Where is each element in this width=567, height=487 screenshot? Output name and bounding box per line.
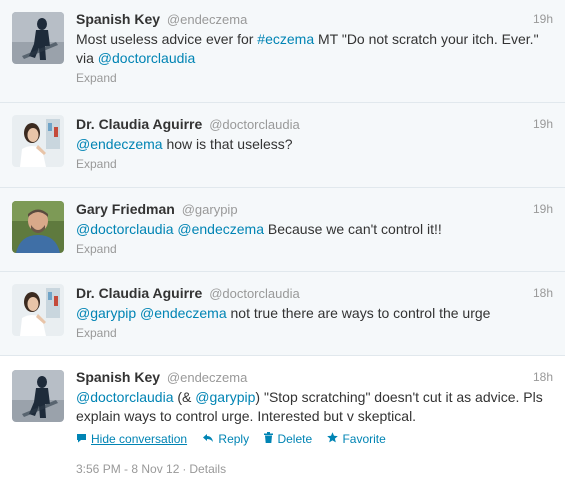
author-handle[interactable]: @endeczema bbox=[167, 12, 247, 27]
tweet-time[interactable]: 19h bbox=[533, 10, 553, 28]
mention-link[interactable]: @doctorclaudia bbox=[76, 221, 174, 237]
trash-icon bbox=[264, 431, 274, 449]
tweet-content: Gary Friedman @garypip 19h @doctorclaudi… bbox=[76, 200, 553, 258]
separator-dot: · bbox=[182, 462, 187, 476]
hide-conversation-button[interactable]: Hide conversation bbox=[76, 430, 187, 449]
text-segment: Because we can't control it!! bbox=[263, 221, 442, 237]
text-segment: (& bbox=[173, 389, 196, 405]
author-name[interactable]: Dr. Claudia Aguirre bbox=[76, 116, 202, 132]
tweet-time[interactable]: 18h bbox=[533, 368, 553, 386]
conversation-timeline: Spanish Key @endeczema 19h Most useless … bbox=[0, 0, 565, 487]
delete-label[interactable]: Delete bbox=[277, 432, 312, 446]
tweet-content: Dr. Claudia Aguirre @doctorclaudia 18h @… bbox=[76, 284, 553, 342]
expand-link[interactable]: Expand bbox=[76, 324, 553, 342]
speech-bubble-icon bbox=[76, 431, 87, 449]
tweet-time[interactable]: 19h bbox=[533, 115, 553, 133]
mention-link[interactable]: @doctorclaudia bbox=[98, 50, 196, 66]
author-name[interactable]: Spanish Key bbox=[76, 369, 160, 385]
reply-arrow-icon bbox=[202, 431, 214, 449]
tweet-header: Spanish Key @endeczema 19h bbox=[76, 10, 553, 28]
tweet-item[interactable]: Dr. Claudia Aguirre @doctorclaudia 19h @… bbox=[0, 103, 565, 188]
avatar[interactable] bbox=[12, 284, 64, 336]
avatar[interactable] bbox=[12, 201, 64, 253]
mention-link[interactable]: @endeczema bbox=[76, 136, 163, 152]
hashtag-link[interactable]: #eczema bbox=[257, 31, 314, 47]
author-handle[interactable]: @garypip bbox=[182, 202, 238, 217]
hide-conversation-label[interactable]: Hide conversation bbox=[91, 432, 187, 446]
star-icon bbox=[327, 431, 339, 449]
tweet-header: Dr. Claudia Aguirre @doctorclaudia 18h bbox=[76, 284, 553, 302]
tweet-item[interactable]: Dr. Claudia Aguirre @doctorclaudia 18h @… bbox=[0, 272, 565, 356]
avatar[interactable] bbox=[12, 115, 64, 167]
tweet-text: @doctorclaudia @endeczema Because we can… bbox=[76, 220, 553, 239]
avatar-image bbox=[12, 201, 64, 253]
avatar-image bbox=[12, 115, 64, 167]
author-handle[interactable]: @doctorclaudia bbox=[209, 286, 300, 301]
avatar-image bbox=[12, 284, 64, 336]
tweet-details-footer: 3:56 PM - 8 Nov 12 · Details bbox=[76, 462, 226, 476]
author-handle[interactable]: @endeczema bbox=[167, 370, 247, 385]
expand-link[interactable]: Expand bbox=[76, 155, 553, 173]
avatar-image bbox=[12, 12, 64, 64]
mention-link[interactable]: @endeczema bbox=[177, 221, 264, 237]
author-name[interactable]: Dr. Claudia Aguirre bbox=[76, 285, 202, 301]
mention-link[interactable]: @doctorclaudia bbox=[76, 389, 174, 405]
tweet-time[interactable]: 18h bbox=[533, 284, 553, 302]
expand-link[interactable]: Expand bbox=[76, 69, 553, 87]
tweet-text: @garypip @endeczema not true there are w… bbox=[76, 304, 553, 323]
tweet-text: Most useless advice ever for #eczema MT … bbox=[76, 30, 553, 68]
text-segment: Most useless advice ever for bbox=[76, 31, 258, 47]
tweet-text: @endeczema how is that useless? bbox=[76, 135, 553, 154]
tweet-actions: Hide conversation Reply Delete Favorite bbox=[76, 430, 553, 448]
tweet-content: Spanish Key @endeczema 18h @doctorclaudi… bbox=[76, 368, 553, 448]
avatar-image bbox=[12, 370, 64, 422]
tweet-content: Spanish Key @endeczema 19h Most useless … bbox=[76, 10, 553, 87]
author-name[interactable]: Spanish Key bbox=[76, 11, 160, 27]
avatar[interactable] bbox=[12, 370, 64, 422]
tweet-item[interactable]: Spanish Key @endeczema 19h Most useless … bbox=[0, 0, 565, 103]
delete-button[interactable]: Delete bbox=[264, 430, 312, 449]
tweet-text: @doctorclaudia (& @garypip) "Stop scratc… bbox=[76, 388, 553, 426]
tweet-header: Dr. Claudia Aguirre @doctorclaudia 19h bbox=[76, 115, 553, 133]
mention-link[interactable]: @garypip bbox=[195, 389, 255, 405]
mention-link[interactable]: @garypip bbox=[76, 305, 136, 321]
reply-label[interactable]: Reply bbox=[218, 432, 249, 446]
tweet-header: Spanish Key @endeczema 18h bbox=[76, 368, 553, 386]
text-segment: how is that useless? bbox=[162, 136, 293, 152]
favorite-label[interactable]: Favorite bbox=[342, 432, 385, 446]
mention-link[interactable]: @endeczema bbox=[140, 305, 227, 321]
tweet-timestamp[interactable]: 3:56 PM - 8 Nov 12 bbox=[76, 462, 179, 476]
avatar[interactable] bbox=[12, 12, 64, 64]
tweet-header: Gary Friedman @garypip 19h bbox=[76, 200, 553, 218]
favorite-button[interactable]: Favorite bbox=[327, 430, 386, 449]
author-name[interactable]: Gary Friedman bbox=[76, 201, 175, 217]
tweet-content: Dr. Claudia Aguirre @doctorclaudia 19h @… bbox=[76, 115, 553, 173]
tweet-item[interactable]: Gary Friedman @garypip 19h @doctorclaudi… bbox=[0, 188, 565, 272]
details-link[interactable]: Details bbox=[189, 462, 226, 476]
text-segment: not true there are ways to control the u… bbox=[226, 305, 491, 321]
reply-button[interactable]: Reply bbox=[202, 430, 249, 449]
author-handle[interactable]: @doctorclaudia bbox=[209, 117, 300, 132]
tweet-time[interactable]: 19h bbox=[533, 200, 553, 218]
expand-link[interactable]: Expand bbox=[76, 240, 553, 258]
